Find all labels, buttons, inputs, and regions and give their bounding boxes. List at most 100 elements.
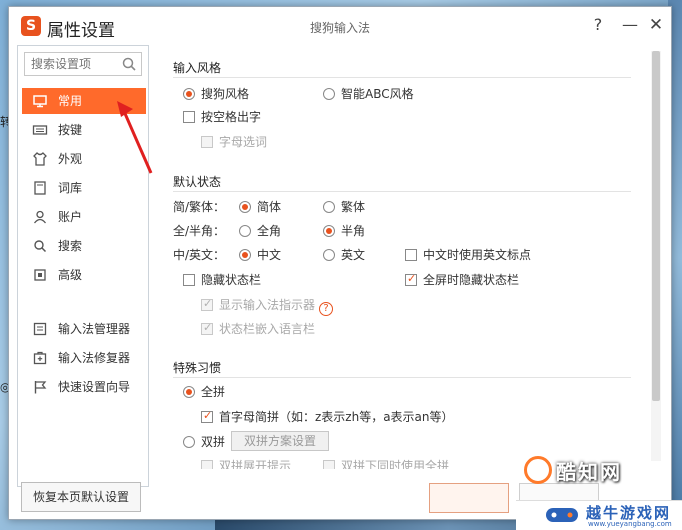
checkbox[interactable] (201, 321, 213, 335)
sidebar-tool-repair[interactable]: 输入法修复器 (22, 345, 146, 371)
checkbox[interactable] (201, 409, 213, 423)
checkbox-label: 按空格出字 (201, 110, 262, 124)
radio-button[interactable] (323, 88, 335, 100)
advanced-icon (34, 269, 46, 281)
help-circle-icon[interactable]: ? (319, 302, 334, 316)
user-icon (33, 210, 47, 224)
checkbox-embed-lang[interactable]: 状态栏嵌入语言栏 (201, 320, 315, 337)
sidebar-item-search[interactable]: 搜索 (22, 233, 146, 259)
checkbox-letter-select[interactable]: 字母选词 (201, 133, 267, 150)
sidebar-item-label: 按键 (58, 123, 83, 137)
radio-label: 搜狗风格 (201, 87, 250, 101)
divider (173, 377, 631, 378)
checkbox[interactable] (183, 111, 195, 123)
radio-label: 繁体 (341, 200, 366, 214)
radio-chinese[interactable]: 中文 (239, 246, 281, 263)
settings-content: 输入风格 搜狗风格 智能ABC风格 按空格出字 字母选词 默认状态 简/繁体： … (149, 45, 649, 469)
checkbox-fullscreen-hide[interactable]: 全屏时隐藏状态栏 (405, 271, 519, 288)
checkbox[interactable] (405, 272, 417, 286)
checkbox[interactable] (323, 460, 335, 469)
watermark: 酷知网 越牛游戏网 www.yueyangbang.com (516, 448, 682, 530)
checkbox[interactable] (183, 274, 195, 286)
radio-full-width[interactable]: 全角 (239, 222, 281, 239)
checkbox-use-quanpin[interactable]: 双拼下同时使用全拼 (323, 457, 449, 469)
radio-label: 智能ABC风格 (341, 87, 414, 101)
sidebar-tool-wizard[interactable]: 快速设置向导 (22, 374, 146, 400)
radio-sogou-style[interactable]: 搜狗风格 (183, 85, 249, 102)
radio-label: 全角 (257, 224, 282, 238)
radio-button[interactable] (239, 249, 251, 261)
checkbox[interactable] (201, 460, 213, 469)
radio-button[interactable] (323, 201, 335, 213)
radio-label: 英文 (341, 248, 366, 262)
sidebar-item-label: 输入法管理器 (58, 322, 131, 336)
sogou-logo-icon: S (21, 16, 41, 36)
checkbox[interactable] (405, 249, 417, 261)
sidebar-item-advanced[interactable]: 高级 (22, 262, 146, 288)
watermark-logo-icon (524, 456, 552, 484)
sidebar-item-label: 账户 (58, 210, 83, 224)
sidebar-item-label: 高级 (58, 268, 83, 282)
minimize-button[interactable]: — (619, 14, 641, 36)
radio-shuangpin[interactable]: 双拼 (183, 433, 225, 450)
section-title-default-state: 默认状态 (173, 175, 222, 189)
scrollbar-thumb[interactable] (652, 51, 660, 401)
sidebar-tool-manager[interactable]: 输入法管理器 (22, 316, 146, 342)
game-controller-icon (546, 508, 578, 522)
radio-simplified[interactable]: 简体 (239, 198, 281, 215)
radio-half-width[interactable]: 半角 (323, 222, 365, 239)
radio-english[interactable]: 英文 (323, 246, 365, 263)
close-button[interactable]: ✕ (645, 14, 667, 36)
checkbox-expand-hint[interactable]: 双拼展开提示 (201, 457, 291, 469)
search-input[interactable] (25, 53, 117, 75)
checkbox[interactable] (201, 297, 213, 311)
search-box[interactable] (24, 52, 142, 76)
sidebar-item-label: 搜索 (58, 239, 83, 253)
repair-icon (33, 351, 47, 365)
divider (173, 77, 631, 78)
title-bar[interactable]: S 属性设置 搜狗输入法 ? — ✕ (9, 7, 671, 45)
checkbox-label: 显示输入法指示器 (219, 298, 316, 312)
radio-button[interactable] (239, 201, 251, 213)
radio-abc-style[interactable]: 智能ABC风格 (323, 85, 414, 102)
radio-label: 双拼 (201, 435, 226, 449)
watermark-title: 酷知网 (556, 460, 622, 484)
radio-traditional[interactable]: 繁体 (323, 198, 365, 215)
checkbox-space-output[interactable]: 按空格出字 (183, 108, 261, 125)
sidebar-item-label: 快速设置向导 (58, 380, 131, 394)
sidebar-item-account[interactable]: 账户 (22, 204, 146, 230)
checkbox-label: 首字母简拼（如：z表示zh等，a表示an等） (219, 410, 454, 424)
radio-button[interactable] (183, 436, 195, 448)
shuangpin-scheme-button[interactable]: 双拼方案设置 (231, 431, 329, 451)
checkbox-initials[interactable]: 首字母简拼（如：z表示zh等，a表示an等） (201, 408, 454, 425)
window-title: 属性设置 (47, 21, 115, 41)
checkbox-show-indicator[interactable]: 显示输入法指示器? (201, 296, 334, 316)
flag-icon (34, 381, 47, 394)
sidebar-item-label: 常用 (58, 94, 83, 108)
radio-button[interactable] (323, 249, 335, 261)
keyboard-icon (32, 125, 48, 135)
radio-button[interactable] (239, 225, 251, 237)
radio-button[interactable] (183, 88, 195, 100)
radio-label: 半角 (341, 224, 366, 238)
checkbox-label: 字母选词 (219, 135, 268, 149)
shirt-icon (33, 152, 47, 166)
book-icon (34, 181, 46, 195)
radio-button[interactable] (323, 225, 335, 237)
search-icon (34, 240, 47, 253)
ok-button[interactable] (429, 483, 509, 513)
section-title-input-style: 输入风格 (173, 61, 222, 75)
checkbox-hide-status[interactable]: 隐藏状态栏 (183, 271, 261, 288)
radio-button[interactable] (183, 386, 195, 398)
sidebar-item-label: 输入法修复器 (58, 351, 131, 365)
checkbox[interactable] (201, 136, 213, 148)
help-button[interactable]: ? (587, 14, 609, 36)
restore-defaults-button[interactable]: 恢复本页默认设置 (21, 482, 141, 512)
checkbox-en-punct[interactable]: 中文时使用英文标点 (405, 246, 531, 263)
lang-label: 中/英文： (173, 248, 226, 262)
sidebar-item-label: 词库 (58, 181, 83, 195)
search-icon[interactable] (121, 56, 137, 72)
radio-quanpin[interactable]: 全拼 (183, 383, 225, 400)
divider (173, 191, 631, 192)
width-label: 全/半角： (173, 224, 226, 238)
